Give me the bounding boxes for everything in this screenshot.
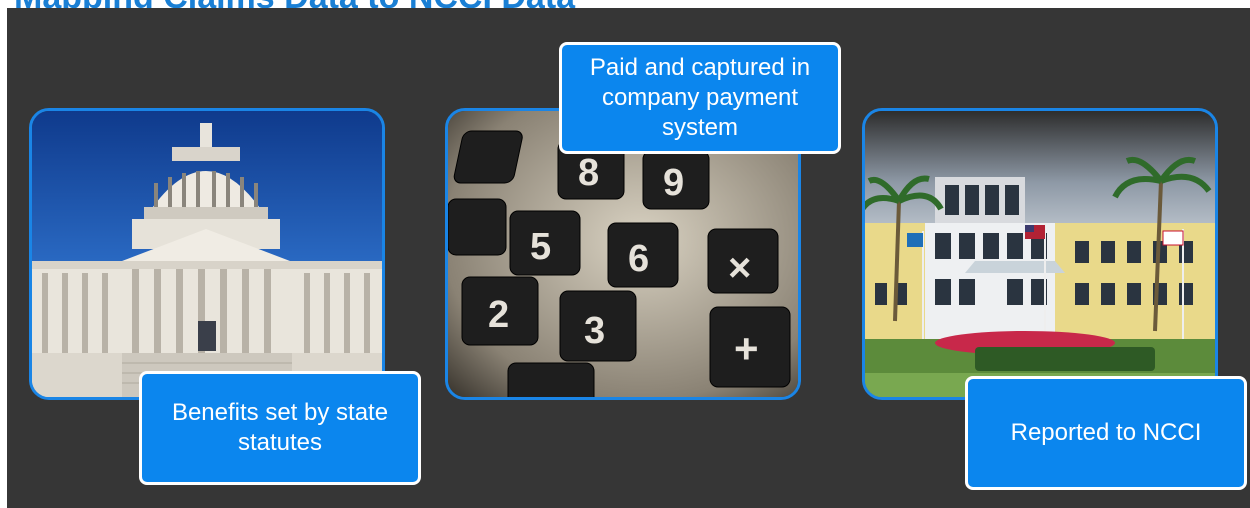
- svg-text:2: 2: [488, 294, 509, 336]
- svg-text:×: ×: [728, 246, 751, 290]
- caption-payment-system: Paid and captured in company payment sys…: [559, 42, 841, 154]
- svg-text:3: 3: [584, 310, 605, 352]
- capitol-image: [32, 111, 382, 397]
- slide-title-strip: Mapping Claims Data to NCCI Data: [0, 0, 1250, 8]
- caption-reported-text: Reported to NCCI: [1010, 419, 1202, 446]
- caption-benefits-text: Benefits set by state statutes: [171, 399, 389, 456]
- svg-text:8: 8: [578, 152, 599, 194]
- svg-text:5: 5: [530, 226, 551, 268]
- caption-reported-ncci: Reported to NCCI: [965, 376, 1247, 490]
- svg-text:+: +: [734, 325, 759, 372]
- ncci-building-image-card: [862, 108, 1218, 400]
- slide-title: Mapping Claims Data to NCCI Data: [14, 0, 575, 8]
- caption-payment-text: Paid and captured in company payment sys…: [589, 54, 811, 141]
- slide-canvas: Benefits set by state statutes 8 9 5 6 2…: [7, 8, 1250, 508]
- svg-text:6: 6: [628, 238, 649, 280]
- ncci-building-image: [865, 111, 1215, 397]
- capitol-image-card: [29, 108, 385, 400]
- svg-text:9: 9: [663, 162, 684, 204]
- caption-benefits: Benefits set by state statutes: [139, 371, 421, 485]
